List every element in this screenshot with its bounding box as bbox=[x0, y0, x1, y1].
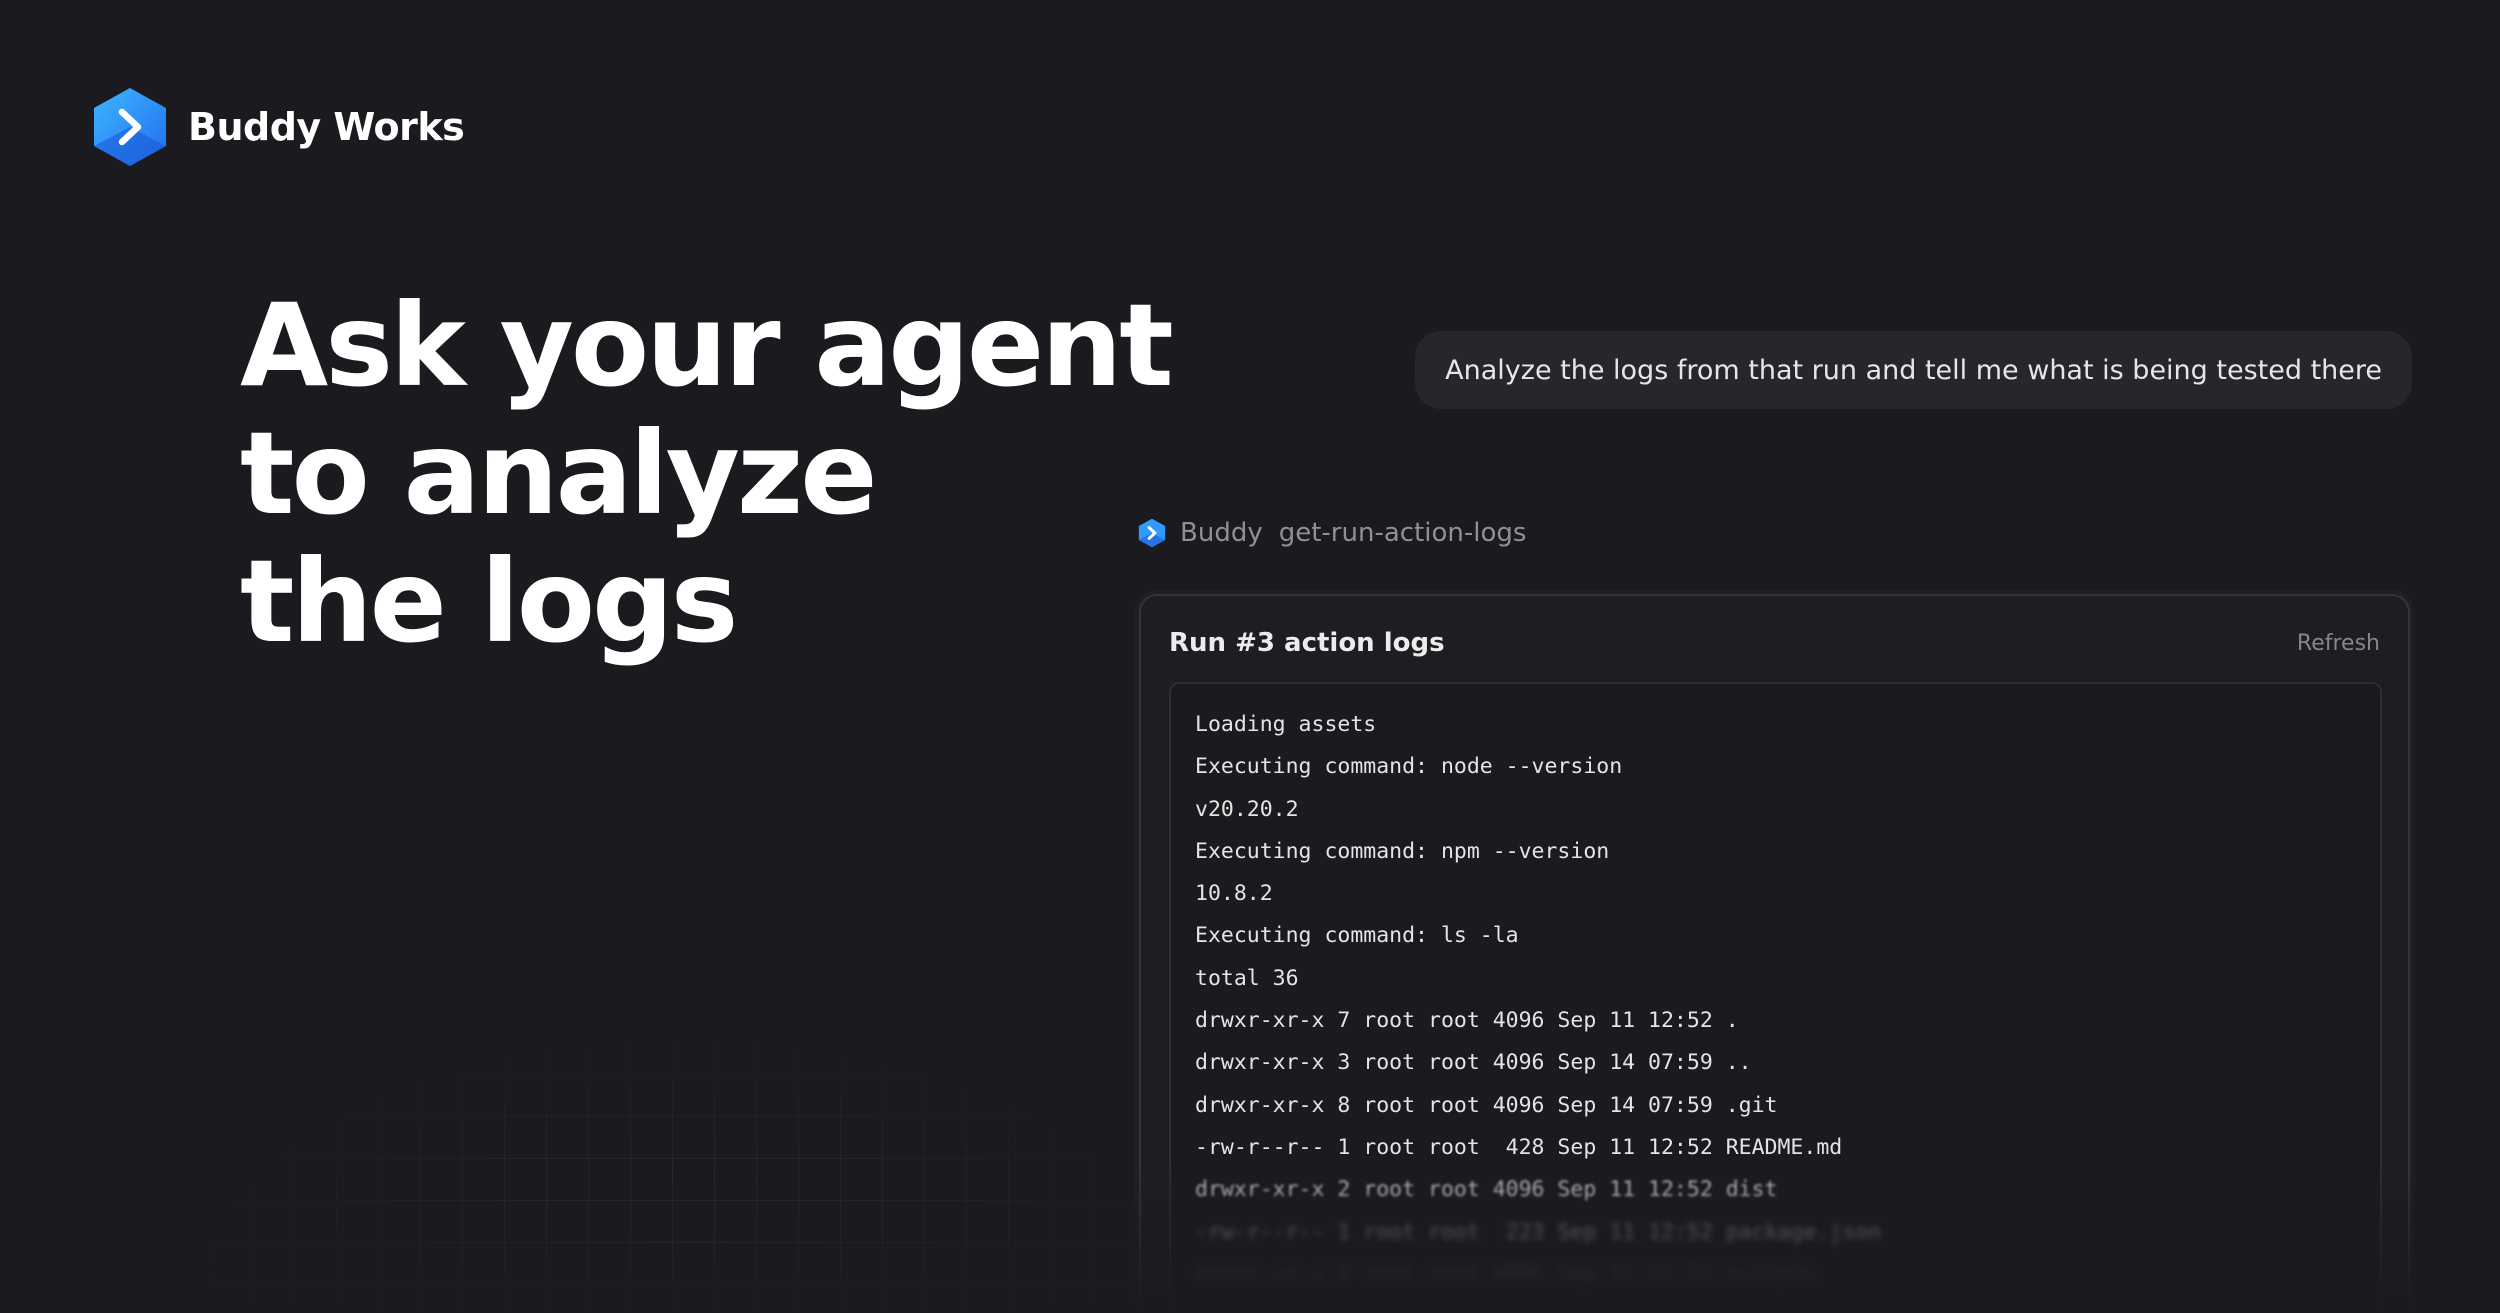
log-panel-title: Run #3 action logs bbox=[1169, 628, 1445, 658]
log-line: drwxr-xr-x 8 root root 4096 Sep 14 07:59… bbox=[1195, 1092, 1778, 1118]
log-panel: Run #3 action logs Refresh Loading asset… bbox=[1139, 594, 2410, 1313]
log-lines: Loading assets Executing command: node -… bbox=[1171, 684, 2380, 1313]
log-panel-header: Run #3 action logs Refresh bbox=[1169, 628, 2380, 658]
log-line: drwxr-xr-x 3 root root 4096 Sep 14 07:59… bbox=[1195, 1050, 1752, 1076]
headline-line-2: to analyze bbox=[240, 407, 878, 540]
log-line: total 36 bbox=[1195, 965, 1299, 991]
log-line: drwxr-xr-x 3 root root 4096 Sep 11 12:52… bbox=[1195, 1296, 2380, 1313]
headline: Ask your agent to analyze the logs bbox=[240, 279, 1174, 668]
refresh-button[interactable]: Refresh bbox=[2297, 631, 2380, 656]
log-line: Executing command: node --version bbox=[1195, 754, 1623, 780]
page: Buddy Works Ask your agent to analyze th… bbox=[0, 0, 2500, 1313]
log-line: Executing command: npm --version bbox=[1195, 838, 1610, 864]
log-line: -rw-r--r-- 1 root root 428 Sep 11 12:52 … bbox=[1195, 1134, 1843, 1160]
log-line: -rw-r--r-- 1 root root 223 Sep 11 12:52 … bbox=[1195, 1219, 1882, 1245]
user-message-bubble: Analyze the logs from that run and tell … bbox=[1415, 331, 2412, 409]
log-line: Executing command: ls -la bbox=[1195, 923, 1519, 949]
brand-name: Buddy Works bbox=[188, 105, 465, 149]
background-grid bbox=[0, 780, 1250, 1313]
log-line: Loading assets bbox=[1195, 712, 1377, 737]
log-output[interactable]: Loading assets Executing command: node -… bbox=[1169, 682, 2382, 1313]
buddy-small-icon bbox=[1138, 518, 1166, 548]
log-line: v20.20.2 bbox=[1195, 796, 1299, 822]
log-line: drwxr-xr-x 7 root root 4096 Sep 11 12:52… bbox=[1195, 1008, 1739, 1034]
headline-line-3: the logs bbox=[240, 535, 739, 668]
log-line: 10.8.2 bbox=[1195, 881, 1273, 907]
tool-name: get-run-action-logs bbox=[1278, 518, 1527, 548]
tool-call-header: Buddy get-run-action-logs bbox=[1138, 518, 1526, 548]
log-line: drwxr-xr-x 2 root root 4096 Sep 11 12:52… bbox=[1195, 1261, 1817, 1287]
log-line: drwxr-xr-x 2 root root 4096 Sep 11 12:52… bbox=[1195, 1177, 1778, 1203]
brand[interactable]: Buddy Works bbox=[92, 86, 465, 168]
headline-line-1: Ask your agent bbox=[240, 279, 1174, 412]
buddy-logo-icon bbox=[94, 88, 166, 166]
tool-agent-name: Buddy bbox=[1180, 518, 1263, 548]
